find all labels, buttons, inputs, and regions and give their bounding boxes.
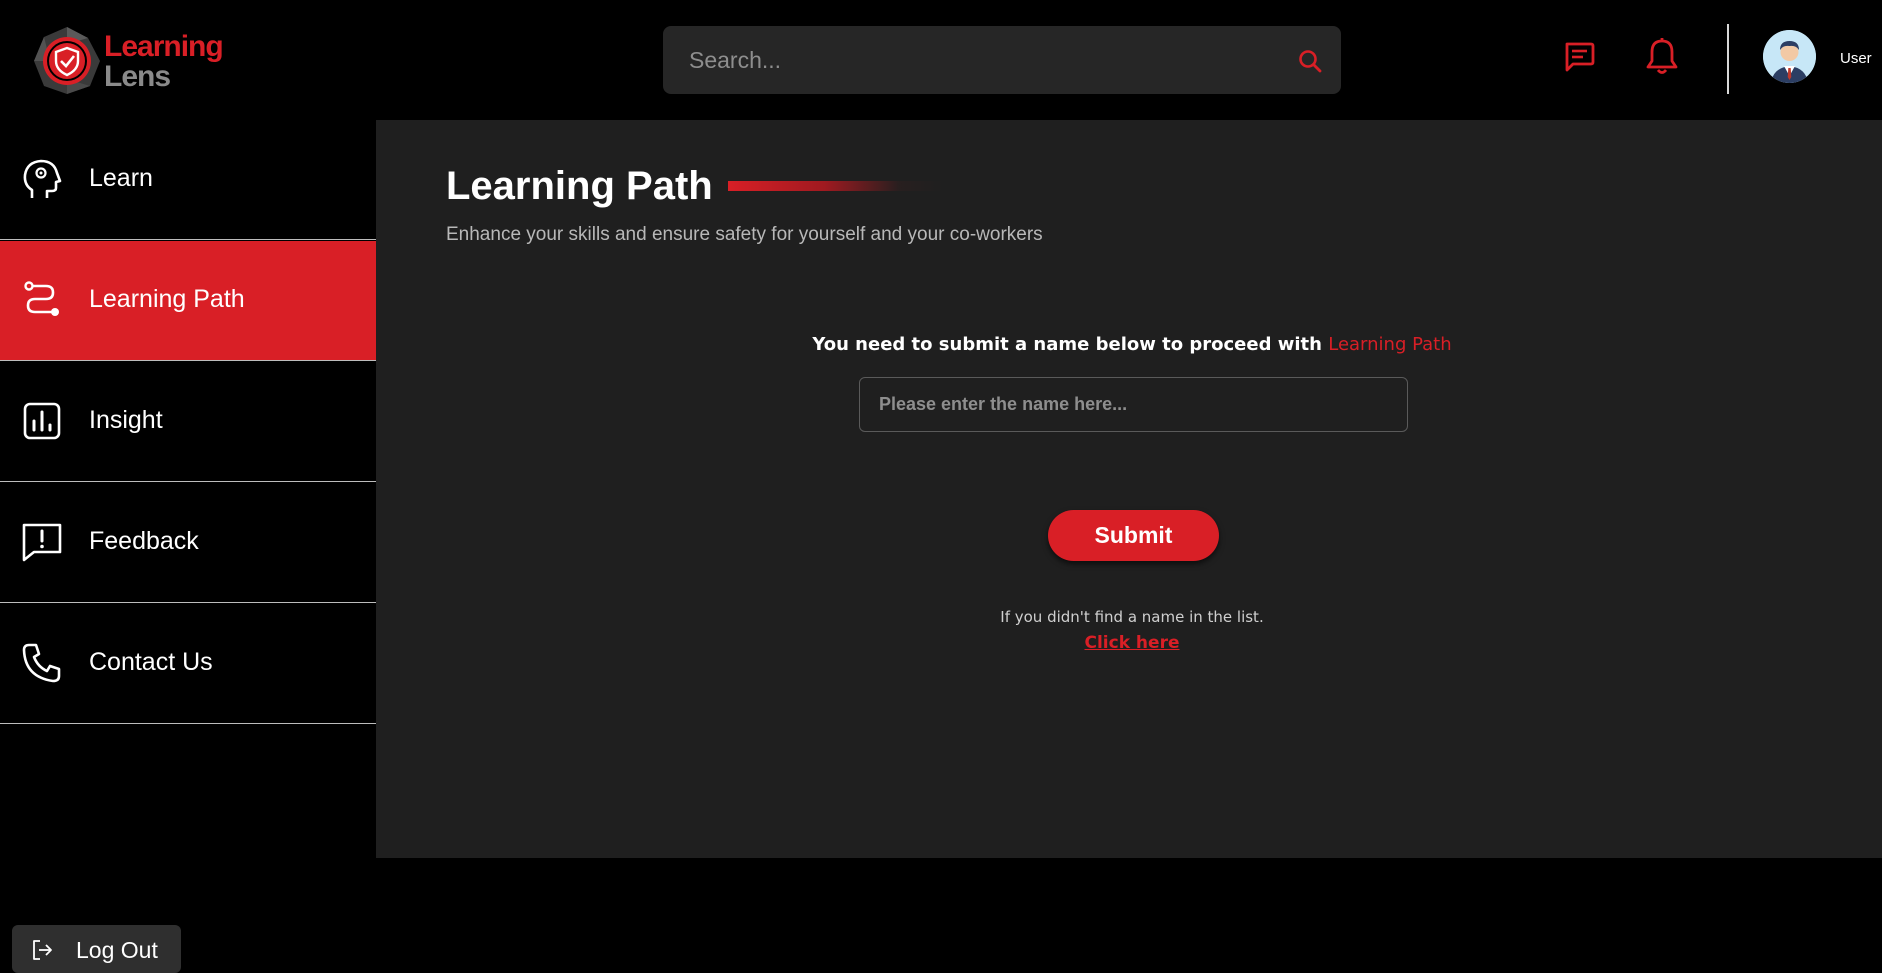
sidebar-item-label: Feedback: [89, 527, 199, 555]
user-name[interactable]: User: [1840, 50, 1872, 67]
sidebar-item-label: Contact Us: [89, 648, 213, 676]
search-input[interactable]: [663, 26, 1283, 94]
head-gear-icon: [23, 159, 62, 198]
chart-icon: [23, 402, 61, 440]
search-bar: [663, 26, 1341, 94]
prompt-text: You need to submit a name below to proce…: [812, 334, 1322, 355]
avatar[interactable]: [1763, 30, 1816, 83]
header-divider: [1727, 24, 1729, 94]
route-icon: [24, 281, 59, 316]
main-content: Learning Path Enhance your skills and en…: [376, 120, 1882, 858]
page-title: Learning Path: [446, 164, 713, 208]
brand-name-line2: Lens: [104, 60, 171, 93]
sidebar-item-insight[interactable]: Insight: [0, 362, 376, 482]
sidebar: Learn Learning Path Insight Feedback Con…: [0, 120, 376, 973]
click-here-link[interactable]: Click here: [376, 633, 1882, 653]
brand-name-line1: Learning: [104, 30, 224, 63]
page-subtitle: Enhance your skills and ensure safety fo…: [446, 224, 1043, 245]
sidebar-item-label: Insight: [89, 406, 163, 434]
sidebar-item-feedback[interactable]: Feedback: [0, 483, 376, 603]
submit-button[interactable]: Submit: [1048, 510, 1219, 561]
logout-button[interactable]: Log Out: [12, 925, 181, 973]
logout-label: Log Out: [76, 937, 158, 963]
logout-icon: [33, 940, 52, 960]
name-input[interactable]: [859, 377, 1408, 432]
bell-icon[interactable]: [1644, 36, 1680, 76]
top-bar: Learning Lens User: [0, 0, 1882, 120]
hint-text: If you didn't find a name in the list.: [1000, 608, 1264, 626]
sidebar-item-learning-path[interactable]: Learning Path: [0, 241, 376, 361]
prompt-highlight: Learning Path: [1328, 334, 1452, 355]
brand-logo[interactable]: Learning Lens: [30, 24, 230, 98]
phone-icon: [22, 643, 61, 683]
chat-icon[interactable]: [1562, 40, 1596, 74]
sidebar-item-learn[interactable]: Learn: [0, 120, 376, 240]
sidebar-item-label: Learn: [89, 164, 153, 192]
name-prompt: You need to submit a name below to proce…: [376, 334, 1882, 355]
user-avatar-icon: [1763, 30, 1816, 83]
brand-name: Learning Lens: [104, 30, 224, 93]
sidebar-item-label: Learning Path: [89, 285, 245, 313]
search-icon[interactable]: [1297, 48, 1323, 74]
sidebar-item-contact-us[interactable]: Contact Us: [0, 604, 376, 724]
feedback-icon: [22, 523, 62, 562]
title-accent-bar: [728, 181, 942, 191]
shield-logo-icon: [34, 27, 100, 94]
